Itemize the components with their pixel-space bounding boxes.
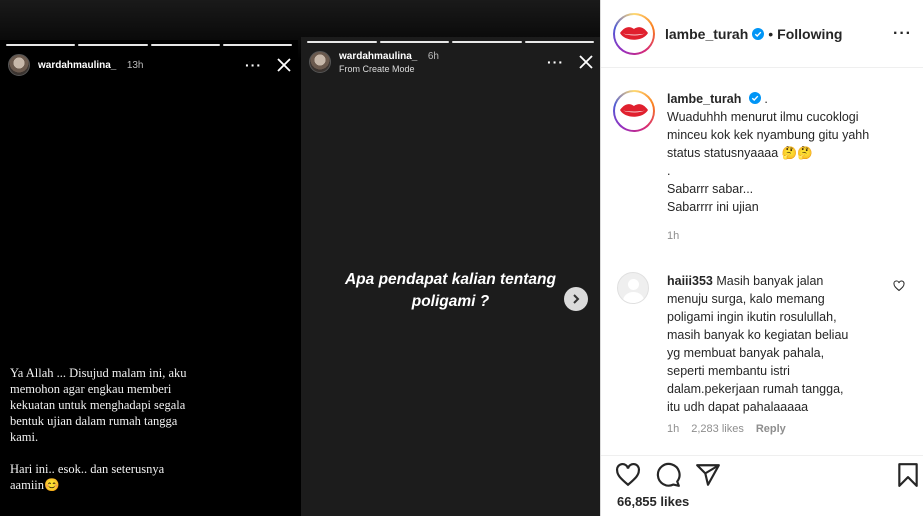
avatar[interactable]: [8, 54, 30, 76]
avatar[interactable]: [613, 90, 655, 132]
share-icon[interactable]: [695, 462, 721, 488]
comment-line: itu udh dapat pahalaaaaa: [667, 400, 809, 414]
story-username[interactable]: wardahmaulina_: [38, 60, 116, 71]
caption-username[interactable]: lambe_turah: [667, 92, 741, 106]
post-caption: lambe_turah . Wuaduhhh menurut ilmu cuco…: [613, 90, 913, 242]
heart-icon[interactable]: [615, 462, 641, 488]
comment-username[interactable]: haiii353: [667, 274, 713, 288]
caption-suffix: .: [764, 92, 768, 106]
story-subtitle: From Create Mode: [339, 64, 415, 74]
verified-icon: [752, 27, 765, 40]
comment-likes[interactable]: 2,283 likes: [691, 423, 744, 435]
caption-line: Sabarrr sabar...: [667, 182, 754, 196]
bookmark-icon[interactable]: [895, 462, 921, 488]
story-text-line: Ya Allah ... Disujud malam ini, aku: [10, 366, 187, 380]
comment-line: poligami ingin ikutin rosulullah,: [667, 310, 837, 324]
verified-icon: [748, 92, 761, 104]
story-username[interactable]: wardahmaulina_: [339, 51, 417, 62]
comment-line: masih banyak ko kegiatan beliau: [667, 328, 849, 342]
comment-text: Masih banyak jalan: [716, 274, 824, 288]
comment: haiii353 Masih banyak jalan menuju surga…: [617, 272, 917, 435]
caption-line: Wuaduhhh menurut ilmu cucoklogi: [667, 110, 859, 124]
story-text-line: kami.: [10, 430, 39, 444]
avatar[interactable]: [309, 51, 331, 73]
comment-icon[interactable]: [655, 462, 681, 488]
story-viewer: wardahmaulina_ 13h ··· Ya Allah ... Disu…: [0, 0, 600, 516]
avatar[interactable]: [613, 12, 655, 55]
close-icon[interactable]: [578, 54, 594, 70]
caption-line: Sabarrrr ini ujian: [667, 200, 759, 214]
caption-line: .: [667, 164, 671, 178]
close-icon[interactable]: [276, 57, 292, 73]
story-text-line: memohon agar engkau memberi: [10, 382, 172, 396]
dots-icon[interactable]: ···: [245, 58, 262, 72]
avatar[interactable]: [617, 272, 649, 304]
comment-time: 1h: [667, 423, 680, 435]
post-panel: lambe_turah • Following ··· lambe_turah …: [600, 0, 923, 516]
story-header: wardahmaulina_ 6h From Create Mode ···: [309, 49, 594, 75]
story-caption: Apa pendapat kalian tentang poligami ?: [344, 271, 556, 310]
story-progress: [307, 41, 594, 43]
post-header: lambe_turah • Following ···: [601, 0, 923, 68]
story-text-line: aamiin😊: [10, 478, 60, 492]
story-card-1[interactable]: wardahmaulina_ 13h ··· Ya Allah ... Disu…: [0, 40, 298, 516]
story-time: 13h: [126, 60, 144, 71]
lips-logo: [620, 104, 648, 117]
post-actions: [601, 455, 923, 493]
dots-icon[interactable]: ···: [547, 55, 564, 69]
story-progress: [6, 44, 292, 46]
chevron-right-icon: [573, 294, 580, 304]
story-text: Ya Allah ... Disujud malam ini, aku memo…: [10, 365, 250, 509]
likes-count[interactable]: 66,855 likes: [617, 494, 689, 509]
story-text-line: kekuatan untuk menghadapi segala: [10, 398, 186, 412]
next-story-button[interactable]: [564, 287, 588, 311]
story-time: 6h: [427, 51, 439, 62]
story-header: wardahmaulina_ 13h ···: [8, 52, 292, 78]
comment-line: yg membuat banyak pahala,: [667, 346, 825, 360]
comment-line: menuju surga, kalo memang: [667, 292, 825, 306]
story-text-line: Hari ini.. esok.. dan seterusnya: [10, 462, 165, 476]
more-options-icon[interactable]: ···: [893, 25, 912, 43]
reply-button[interactable]: Reply: [756, 423, 786, 435]
story-text-line: bentuk ujian dalam rumah tangga: [10, 414, 178, 428]
comment-line: seperti membantu istri: [667, 364, 790, 378]
caption-time: 1h: [667, 230, 680, 242]
following-button[interactable]: Following: [777, 26, 842, 42]
lips-logo: [620, 26, 648, 40]
story-card-2[interactable]: wardahmaulina_ 6h From Create Mode ··· A…: [301, 37, 600, 516]
post-username[interactable]: lambe_turah: [665, 26, 748, 42]
comment-line: dalam.pekerjaan rumah tangga,: [667, 382, 844, 396]
caption-line: minceu kok kek nyambung gitu yahh: [667, 128, 870, 142]
heart-icon[interactable]: [893, 280, 905, 292]
caption-line: status statusnyaaaa 🤔🤔: [667, 146, 813, 160]
